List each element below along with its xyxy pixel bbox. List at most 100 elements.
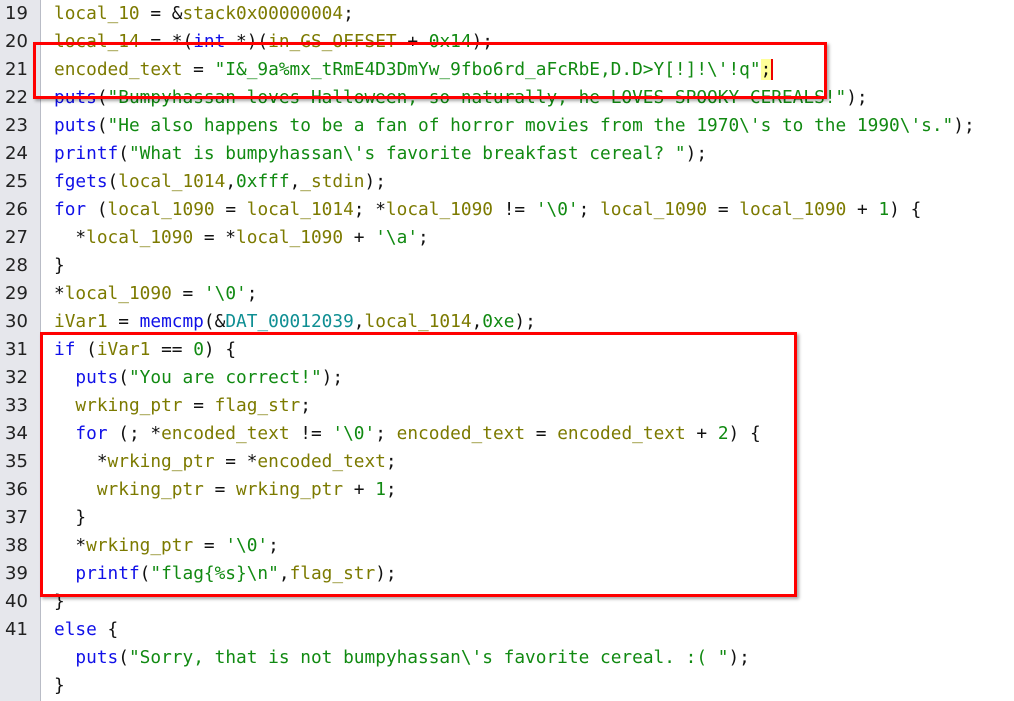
identifier[interactable]: encoded_text — [257, 451, 385, 472]
line-number: 20 — [5, 31, 28, 52]
identifier[interactable]: local_1014 — [365, 311, 472, 332]
code-line[interactable]: 19 local_10 = &stack0x00000004; — [0, 0, 1014, 28]
function-name[interactable]: puts — [54, 115, 97, 136]
code-line[interactable]: 26 for (local_1090 = local_1014; *local_1… — [0, 196, 1014, 224]
line-number: 19 — [5, 3, 28, 24]
punctuation: = — [525, 423, 558, 444]
line-number: 27 — [5, 227, 28, 248]
identifier[interactable]: local_10 — [54, 3, 140, 24]
string-literal: "Bumpyhassan loves Halloween, so natural… — [107, 87, 847, 108]
identifier[interactable]: iVar1 — [97, 339, 151, 360]
code-line[interactable]: 38 *wrking_ptr = '\0'; — [0, 532, 1014, 560]
line-number: 33 — [5, 395, 28, 416]
code-text: for (local_1090 = local_1014; *local_109… — [54, 196, 921, 224]
code-line[interactable]: 22 puts("Bumpyhassan loves Halloween, so … — [0, 84, 1014, 112]
punctuation: ; — [418, 227, 429, 248]
identifier[interactable]: wrking_ptr — [75, 395, 182, 416]
identifier[interactable]: _stdin — [300, 171, 364, 192]
code-line[interactable]: } — [0, 672, 1014, 700]
code-text: wrking_ptr = wrking_ptr + 1; — [54, 476, 397, 504]
identifier[interactable]: encoded_text — [397, 423, 525, 444]
function-name[interactable]: puts — [75, 647, 118, 668]
punctuation: ); — [375, 563, 397, 584]
function-name[interactable]: printf — [75, 563, 139, 584]
identifier[interactable]: encoded_text — [54, 59, 182, 80]
code-line[interactable]: 24 printf("What is bumpyhassan\'s favorit… — [0, 140, 1014, 168]
punctuation: ); — [685, 143, 708, 164]
identifier[interactable]: flag_str — [290, 563, 376, 584]
identifier[interactable]: encoded_text — [161, 423, 289, 444]
identifier[interactable]: in_GS_OFFSET — [268, 31, 396, 52]
punctuation: ); — [471, 31, 493, 52]
identifier[interactable]: flag_str — [215, 395, 301, 416]
identifier[interactable]: stack0x00000004 — [182, 3, 343, 24]
code-line[interactable]: 31 if (iVar1 == 0) { — [0, 336, 1014, 364]
punctuation: + — [343, 479, 376, 500]
string-literal: "flag{%s}\n" — [150, 563, 279, 584]
code-text: } — [54, 672, 65, 700]
function-name[interactable]: puts — [75, 367, 118, 388]
number-literal: 0x14 — [428, 31, 472, 52]
data-label[interactable]: DAT_00012039 — [225, 311, 353, 332]
function-name[interactable]: fgets — [54, 171, 108, 192]
identifier[interactable]: encoded_text — [557, 423, 685, 444]
identifier[interactable]: local_1090 — [739, 199, 846, 220]
identifier[interactable]: wrking_ptr — [86, 535, 193, 556]
punctuation: = — [107, 311, 140, 332]
punctuation: + — [685, 423, 718, 444]
code-line[interactable]: 40} — [0, 588, 1014, 616]
code-line[interactable]: 27 *local_1090 = *local_1090 + '\a'; — [0, 224, 1014, 252]
identifier[interactable]: local_1090 — [108, 199, 215, 220]
number-literal: 1 — [878, 199, 890, 220]
punctuation: ) { — [728, 423, 761, 444]
punctuation: ); — [321, 367, 344, 388]
code-text: } — [54, 588, 65, 616]
code-line[interactable]: 34 for (; *encoded_text != '\0'; encoded… — [0, 420, 1014, 448]
punctuation: ( — [107, 171, 119, 192]
punctuation: ; — [385, 451, 397, 472]
code-line[interactable]: 35 *wrking_ptr = *encoded_text; — [0, 448, 1014, 476]
code-line[interactable]: 32 puts("You are correct!"); — [0, 364, 1014, 392]
code-text: *local_1090 = '\0'; — [54, 280, 257, 308]
identifier[interactable]: local_1090 — [386, 199, 493, 220]
decompiler-code-view[interactable]: 19 local_10 = &stack0x00000004; 20 local_14… — [0, 0, 1014, 701]
identifier[interactable]: local_1090 — [236, 227, 343, 248]
code-line[interactable]: 41 else { — [0, 616, 1014, 644]
code-line[interactable]: 23 puts("He also happens to be a fan of h… — [0, 112, 1014, 140]
line-number: 31 — [5, 339, 28, 360]
identifier[interactable]: local_1090 — [86, 227, 193, 248]
code-line[interactable]: 30 iVar1 = memcmp(&DAT_00012039,local_101… — [0, 308, 1014, 336]
string-literal: '\0' — [203, 283, 247, 304]
code-line[interactable]: 25 fgets(local_1014,0xfff,_stdin); — [0, 168, 1014, 196]
code-line[interactable]: 37 } — [0, 504, 1014, 532]
function-name[interactable]: memcmp — [140, 311, 204, 332]
code-line[interactable]: 21 encoded_text = "I&_9a%mx_tRmE4D3DmYw_9… — [0, 56, 1014, 84]
identifier[interactable]: local_1090 — [65, 283, 172, 304]
string-literal: "I&_9a%mx_tRmE4D3DmYw_9fbo6rd_aFcRbE,D.D… — [214, 59, 761, 80]
code-line[interactable]: puts("Sorry, that is not bumpyhassan\'s … — [0, 644, 1014, 672]
code-line[interactable]: 28} — [0, 252, 1014, 280]
punctuation: = *( — [139, 31, 194, 52]
identifier[interactable]: local_14 — [54, 31, 140, 52]
code-line[interactable]: 20 local_14 = *(int *)(in_GS_OFFSET + 0x1… — [0, 28, 1014, 56]
punctuation: ( — [96, 87, 108, 108]
function-name[interactable]: printf — [54, 143, 118, 164]
string-literal: "Sorry, that is not bumpyhassan\'s favor… — [128, 647, 729, 668]
identifier[interactable]: wrking_ptr — [97, 479, 204, 500]
identifier[interactable]: local_1014 — [118, 171, 225, 192]
code-line[interactable]: 39 printf("flag{%s}\n",flag_str); — [0, 560, 1014, 588]
function-name[interactable]: puts — [54, 87, 97, 108]
identifier[interactable]: local_1014 — [247, 199, 354, 220]
code-text: *wrking_ptr = '\0'; — [54, 532, 278, 560]
code-line[interactable]: 36 wrking_ptr = wrking_ptr + 1; — [0, 476, 1014, 504]
punctuation — [54, 367, 75, 388]
code-line[interactable]: 29 *local_1090 = '\0'; — [0, 280, 1014, 308]
line-number: 40 — [5, 591, 28, 612]
line-number: 39 — [5, 563, 28, 584]
identifier[interactable]: iVar1 — [54, 311, 108, 332]
identifier[interactable]: wrking_ptr — [236, 479, 343, 500]
identifier[interactable]: wrking_ptr — [108, 451, 215, 472]
code-line[interactable]: 33 wrking_ptr = flag_str; — [0, 392, 1014, 420]
identifier[interactable]: local_1090 — [600, 199, 707, 220]
string-literal: '\0' — [225, 535, 269, 556]
